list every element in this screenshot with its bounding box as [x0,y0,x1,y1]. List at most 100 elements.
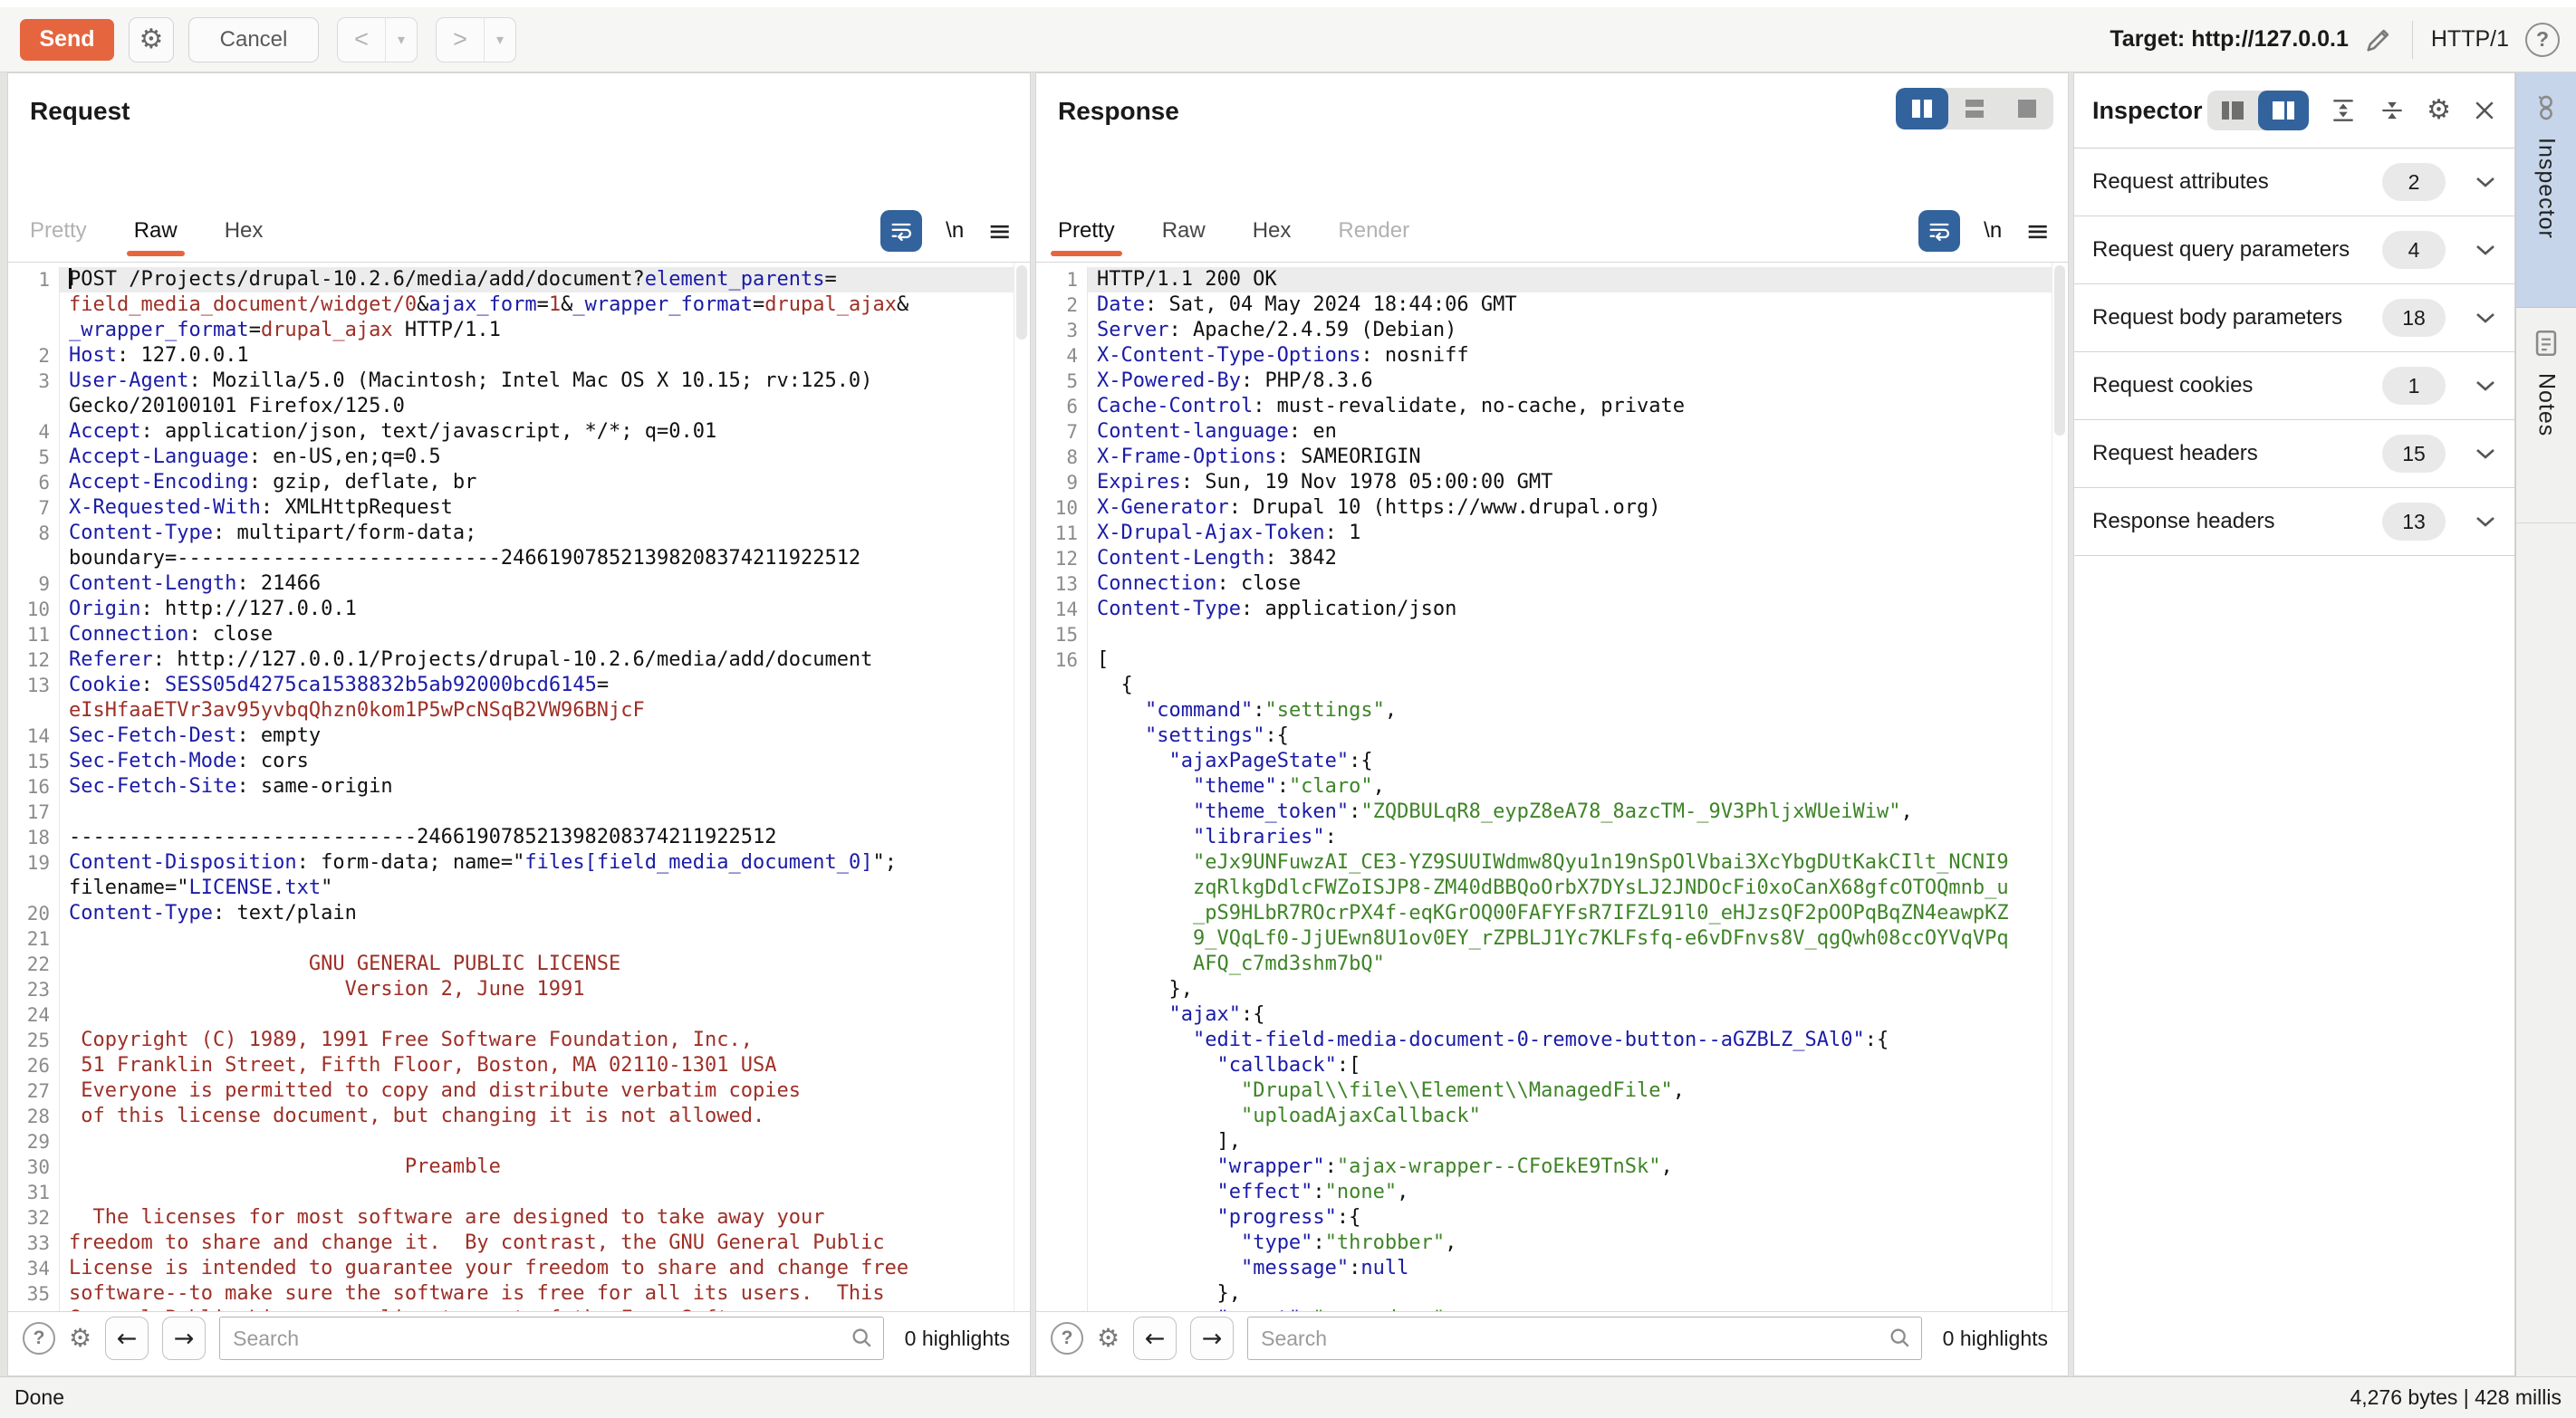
line-number: 6 [8,470,59,495]
expand-all-icon[interactable] [2329,96,2358,125]
line-number: 13 [8,673,59,698]
code-line: 17 [8,800,1030,825]
code-line: 27 Everyone is permitted to copy and dis… [8,1078,1030,1104]
code-line: 16[ [1036,647,2068,673]
line-number [1036,825,1087,850]
code-line: AFQ_c7md3shm7bQ" [1036,952,2068,977]
line-number: 25 [8,1028,59,1053]
code-line: field_media_document/widget/0&ajax_form=… [8,292,1030,318]
search-previous-button[interactable]: ← [105,1317,149,1360]
close-icon[interactable] [2471,97,2498,124]
request-menu-button[interactable]: ≡ [987,214,1012,248]
word-wrap-button[interactable] [880,210,922,252]
show-newlines-button[interactable]: \n [1984,218,2002,244]
response-menu-button[interactable]: ≡ [2025,214,2050,248]
back-dropdown-icon[interactable]: ▾ [385,18,417,62]
line-number: 15 [8,749,59,774]
response-editor[interactable]: 1HTTP/1.1 200 OK2Date: Sat, 04 May 2024 … [1036,262,2068,1312]
request-scrollbar-thumb[interactable] [1016,265,1027,340]
word-wrap-button[interactable] [1918,210,1960,252]
layout-single-button[interactable] [2001,88,2053,129]
request-editor[interactable]: 1POST /Projects/drupal-10.2.6/media/add/… [8,262,1030,1312]
search-next-button[interactable]: → [1190,1317,1234,1360]
search-input[interactable] [219,1317,884,1360]
previous-request-button[interactable]: < ▾ [337,17,418,62]
chevron-down-icon[interactable] [2475,515,2496,529]
code-line: 5X-Powered-By: PHP/8.3.6 [1036,369,2068,394]
response-scrollbar[interactable] [2052,263,2067,1312]
send-settings-button[interactable]: ⚙ [129,17,174,62]
tab-raw[interactable]: Raw [1162,218,1206,244]
cancel-button[interactable]: Cancel [188,17,319,62]
inspector-header-icons: ⚙ [2207,91,2498,130]
notes-tab-icon [2531,328,2562,359]
dock-right-button[interactable] [2258,91,2309,130]
side-tab-inspector[interactable]: Inspector [2516,72,2576,308]
line-number: 5 [1036,369,1087,394]
forward-dropdown-icon[interactable]: ▾ [484,18,515,62]
pencil-icon [2363,24,2394,55]
response-panel: Response PrettyRawHexRender \n ≡ 1HTTP/1… [1035,72,2069,1376]
send-button[interactable]: Send [20,19,114,61]
search-settings-icon[interactable]: ⚙ [69,1326,91,1351]
inspector-settings-icon[interactable]: ⚙ [2427,97,2451,124]
line-number: 23 [8,977,59,1002]
code-line: "type":"throbber", [1036,1231,2068,1256]
inspector-section-response-headers[interactable]: Response headers13 [2074,488,2514,556]
search-previous-button[interactable]: ← [1133,1317,1177,1360]
layout-rows-button[interactable] [1948,88,2001,129]
inspector-panel: Inspector ⚙ Request attributes2Request q… [2073,72,2515,1376]
response-highlight-count: 0 highlights [1943,1327,2048,1351]
tab-raw[interactable]: Raw [134,218,178,244]
response-scrollbar-thumb[interactable] [2054,265,2065,436]
line-number: 24 [8,1002,59,1028]
search-input[interactable] [1247,1317,1922,1360]
http-version-selector[interactable]: HTTP/1 [2431,26,2509,53]
code-line: 11Connection: close [8,622,1030,647]
code-line: 33freedom to share and change it. By con… [8,1231,1030,1256]
chevron-down-icon[interactable] [2475,176,2496,189]
search-help-icon[interactable]: ? [23,1322,55,1355]
help-icon[interactable]: ? [2525,23,2560,57]
search-help-icon[interactable]: ? [1051,1322,1083,1355]
code-line: _pS9HLbR7ROcrPX4f-eqKGrOQ00FAFYFsR7IFZL9… [1036,901,2068,926]
side-tab-notes[interactable]: Notes [2516,308,2576,523]
request-editor-icons: \n ≡ [880,210,1019,252]
inspector-section-request-headers[interactable]: Request headers15 [2074,420,2514,488]
chevron-down-icon[interactable] [2475,244,2496,257]
section-label: Request attributes [2092,169,2382,195]
chevron-down-icon[interactable] [2475,379,2496,393]
request-scrollbar[interactable] [1014,263,1029,1312]
line-number: 35 [8,1281,59,1307]
inspector-section-request-attributes[interactable]: Request attributes2 [2074,149,2514,216]
tab-pretty[interactable]: Pretty [1058,218,1115,244]
collapse-all-icon[interactable] [2378,96,2407,125]
edit-target-button[interactable] [2363,24,2394,55]
search-settings-icon[interactable]: ⚙ [1097,1326,1120,1351]
section-count-badge: 13 [2382,503,2446,541]
window-top-strip [0,0,2576,7]
inspector-section-request-cookies[interactable]: Request cookies1 [2074,352,2514,420]
code-line: filename="LICENSE.txt" [8,876,1030,901]
tab-hex[interactable]: Hex [1253,218,1292,244]
line-number [8,698,59,723]
tab-render[interactable]: Render [1338,218,1409,244]
chevron-down-icon[interactable] [2475,311,2496,325]
search-next-button[interactable]: → [162,1317,206,1360]
next-request-button[interactable]: > ▾ [436,17,516,62]
inspector-section-request-query-parameters[interactable]: Request query parameters4 [2074,216,2514,284]
side-tab-strip: Inspector Notes [2515,72,2576,1376]
layout-columns-button[interactable] [1896,88,1948,129]
tab-pretty[interactable]: Pretty [30,218,87,244]
dock-right-icon [2273,101,2294,120]
show-newlines-button[interactable]: \n [946,218,964,244]
line-number [1036,1078,1087,1104]
status-text: Done [14,1385,64,1410]
chevron-down-icon[interactable] [2475,447,2496,461]
target-label: Target: http://127.0.0.1 [2110,26,2349,53]
dock-left-button[interactable] [2207,91,2258,130]
inspector-section-request-body-parameters[interactable]: Request body parameters18 [2074,284,2514,352]
response-tabs: Pretty Raw Hex Render \n ≡ [1058,204,2057,258]
tab-hex[interactable]: Hex [225,218,264,244]
code-line: boundary=---------------------------2466… [8,546,1030,571]
